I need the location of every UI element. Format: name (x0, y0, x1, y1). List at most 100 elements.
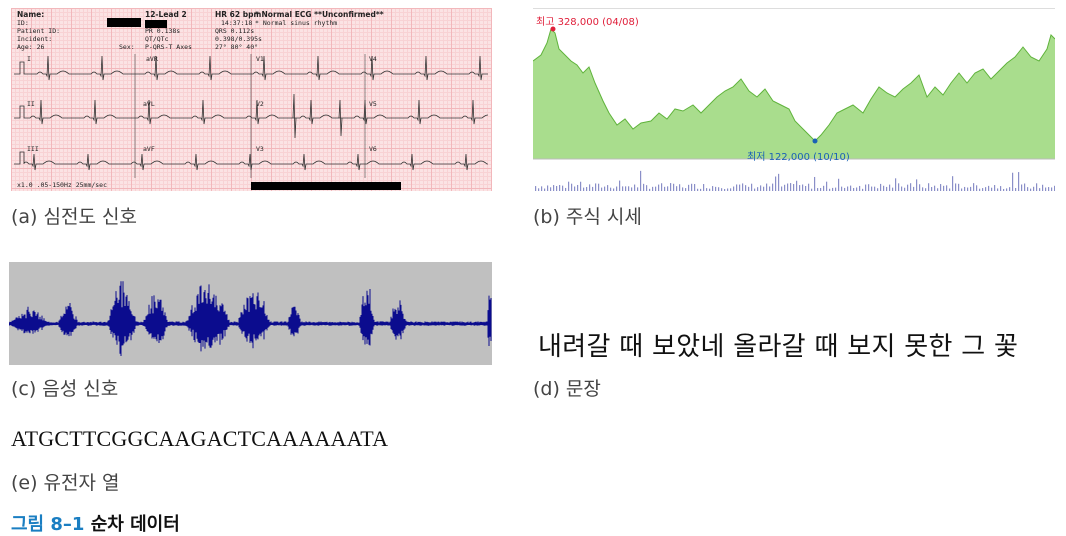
volume-bar (742, 183, 744, 191)
volume-bar (586, 187, 588, 191)
volume-bar (601, 187, 603, 191)
ecg-sex-label: Sex: (119, 43, 135, 51)
volume-bar (886, 186, 888, 191)
caption-sentence: (d) 문장 (533, 378, 601, 400)
ecg-trace (292, 93, 343, 139)
volume-bar (634, 184, 636, 191)
volume-bar (811, 188, 813, 191)
ecg-lead-label: V1 (256, 55, 264, 63)
volume-bar (1003, 188, 1005, 191)
volume-bar (943, 185, 945, 191)
volume-bar (643, 183, 645, 191)
volume-bar (568, 181, 570, 191)
ecg-name-label: Name: (17, 10, 45, 19)
volume-bar (952, 176, 954, 191)
volume-bar (877, 188, 879, 191)
volume-bar (628, 186, 630, 191)
ecg-interpretation-2: * Normal sinus rhythm (255, 19, 338, 27)
volume-bar (922, 187, 924, 191)
ecg-panel: Name: ID: Patient ID: Incident: Age: 26 … (11, 8, 492, 191)
ecg-age-label: Age: 26 (17, 43, 45, 51)
volume-bar (967, 187, 969, 191)
volume-bar (799, 185, 801, 191)
volume-bar (991, 187, 993, 191)
volume-bar (739, 184, 741, 191)
volume-bar (838, 178, 840, 191)
volume-bar (667, 186, 669, 191)
volume-bar (916, 179, 918, 191)
volume-bar (721, 188, 723, 191)
volume-bar (844, 187, 846, 191)
audio-panel (9, 262, 492, 365)
volume-bar (688, 184, 690, 191)
figure-number: 그림 8–1 (11, 514, 85, 535)
volume-bar (556, 186, 558, 191)
sentence-text: 내려갈 때 보았네 올라갈 때 보지 못한 그 꽃 (538, 332, 1019, 362)
redaction-bar (251, 182, 401, 190)
volume-bar (1048, 187, 1050, 191)
volume-bar (979, 188, 981, 191)
volume-bar (982, 188, 984, 191)
redaction-bar (107, 18, 141, 27)
volume-bar (718, 187, 720, 191)
volume-bar (670, 183, 672, 191)
caption-audio: (c) 음성 신호 (11, 378, 119, 400)
stock-area (533, 29, 1055, 159)
volume-bar (862, 188, 864, 191)
volume-bar (793, 184, 795, 191)
volume-bar (535, 186, 537, 191)
volume-bar (562, 185, 564, 191)
volume-bar (616, 186, 618, 191)
volume-bar (622, 186, 624, 191)
stock-low-label: 최저 122,000 (10/10) (747, 152, 850, 163)
volume-bar (706, 188, 708, 191)
volume-bar (754, 188, 756, 191)
volume-bar (829, 188, 831, 191)
caption-ecg: (a) 심전도 신호 (11, 206, 137, 228)
volume-bar (640, 170, 642, 191)
volume-bar (625, 186, 627, 191)
volume-bar (655, 186, 657, 191)
volume-bar (694, 184, 696, 191)
volume-bar (730, 188, 732, 191)
volume-bar (901, 186, 903, 191)
ecg-footer: x1.0 .05-150Hz 25mm/sec (17, 181, 108, 189)
volume-bar (541, 186, 543, 191)
volume-bar (736, 184, 738, 191)
volume-bar (664, 186, 666, 191)
gene-sequence: ATGCTTCGGCAAGACTCAAAAAATA (11, 426, 389, 451)
stock-low-marker (812, 138, 818, 144)
volume-bar (649, 188, 651, 191)
volume-bar (907, 184, 909, 191)
volume-bar (631, 187, 633, 191)
volume-bar (904, 187, 906, 191)
ecg-axes: 27° 80° 40° (215, 43, 259, 51)
volume-bar (883, 185, 885, 191)
volume-bar (832, 187, 834, 191)
volume-bar (1015, 187, 1017, 191)
volume-bar (763, 186, 765, 191)
volume-bar (691, 183, 693, 191)
volume-bar (697, 188, 699, 191)
volume-bar (859, 185, 861, 191)
volume-bar (1009, 187, 1011, 191)
volume-bar (958, 183, 960, 191)
volume-bar (889, 184, 891, 191)
volume-bar (715, 186, 717, 191)
volume-bar (856, 187, 858, 191)
volume-bar (760, 185, 762, 191)
caption-gene: (e) 유전자 열 (11, 472, 120, 494)
ecg-interpretation-1: * Normal ECG **Unconfirmed** (255, 10, 384, 19)
volume-bar (964, 186, 966, 191)
volume-bar (1036, 183, 1038, 191)
volume-bar (550, 187, 552, 191)
volume-bar (748, 186, 750, 191)
volume-bar (553, 185, 555, 191)
volume-bar (913, 186, 915, 191)
volume-bar (802, 184, 804, 191)
volume-bar (592, 186, 594, 191)
volume-bar (928, 183, 930, 191)
volume-bar (910, 183, 912, 191)
volume-bar (1027, 187, 1029, 191)
volume-bar (724, 188, 726, 191)
